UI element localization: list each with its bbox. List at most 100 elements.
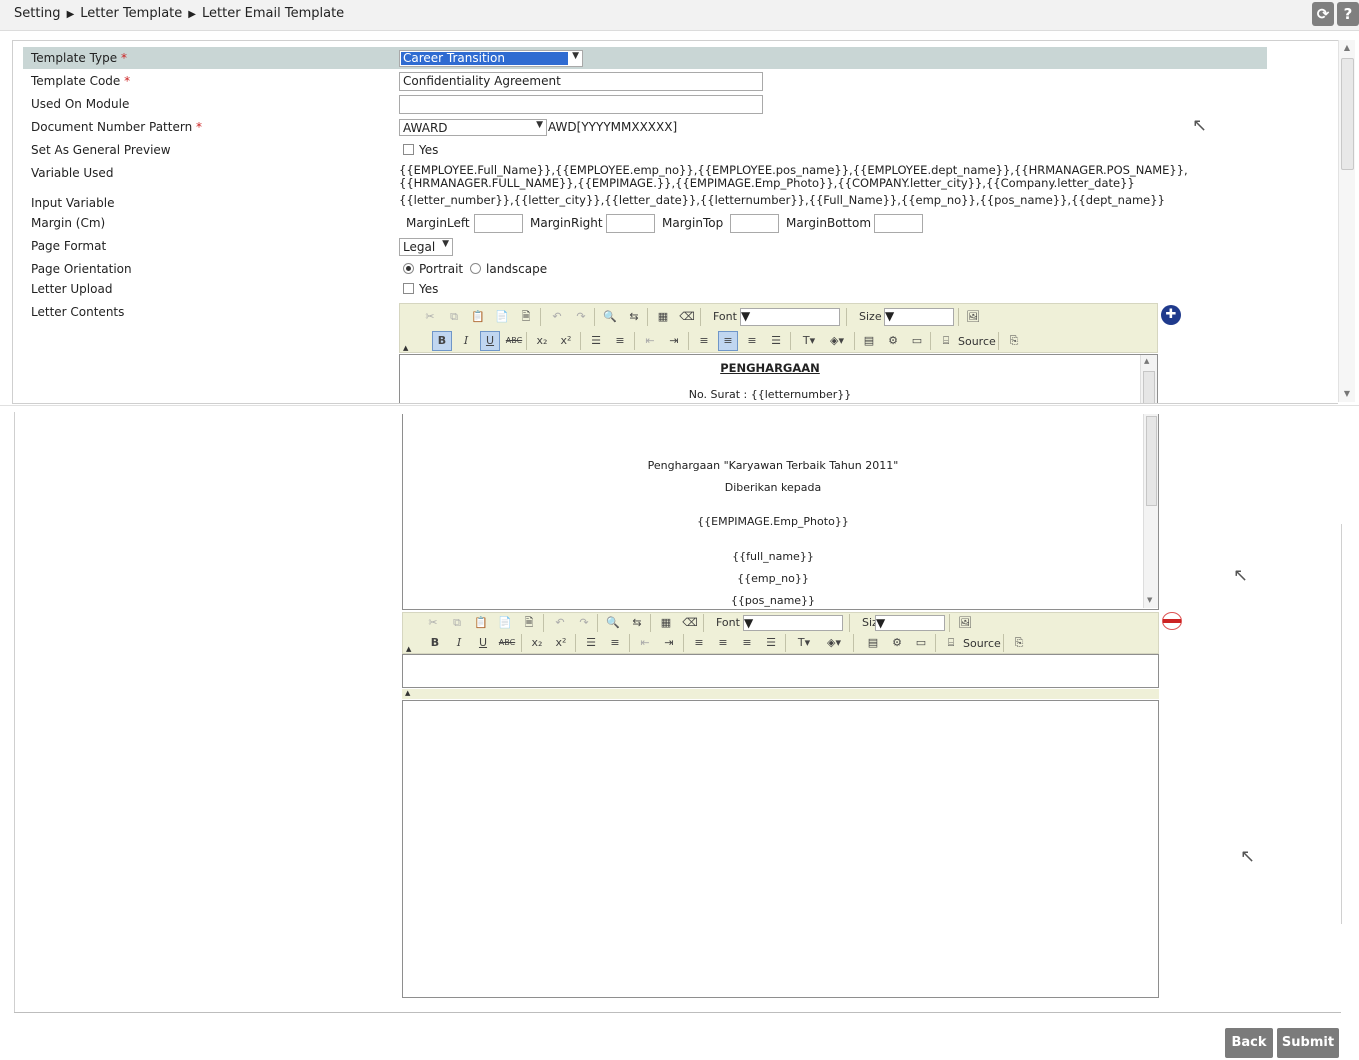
- bold-icon[interactable]: B: [425, 633, 445, 653]
- used-on-module-input[interactable]: [399, 95, 763, 114]
- select-all-icon[interactable]: ▦: [656, 613, 676, 633]
- replace-icon[interactable]: ⇆: [627, 613, 647, 633]
- landscape-radio[interactable]: [470, 263, 481, 274]
- indent-icon[interactable]: ⇥: [664, 331, 684, 351]
- italic-icon[interactable]: I: [456, 331, 476, 351]
- align-right-icon[interactable]: ≡: [737, 633, 757, 653]
- outdent-icon[interactable]: ⇤: [635, 633, 655, 653]
- document-properties-icon[interactable]: ⎘: [1004, 331, 1024, 351]
- align-center-icon[interactable]: ≡: [713, 633, 733, 653]
- text-color-icon[interactable]: T▾: [796, 331, 822, 351]
- bold-icon[interactable]: B: [432, 331, 452, 351]
- doc-number-pattern-select[interactable]: AWARD ▼: [399, 119, 547, 136]
- scroll-down-icon[interactable]: ▼: [1339, 388, 1355, 400]
- cut-icon[interactable]: ✂: [420, 307, 440, 327]
- strikethrough-icon[interactable]: ABC: [497, 633, 517, 653]
- template-type-select[interactable]: Career Transition ▼: [399, 50, 583, 67]
- general-preview-checkbox[interactable]: [403, 144, 414, 155]
- undo-icon[interactable]: ↶: [550, 613, 570, 633]
- source-icon[interactable]: ⌸: [941, 633, 961, 653]
- outdent-icon[interactable]: ⇤: [640, 331, 660, 351]
- bulleted-list-icon[interactable]: ≡: [610, 331, 630, 351]
- source-button[interactable]: Source: [963, 637, 1001, 650]
- editor-body-scrollbar[interactable]: ▼: [1143, 414, 1158, 608]
- copy-icon[interactable]: ⧉: [447, 613, 467, 633]
- superscript-icon[interactable]: x²: [556, 331, 576, 351]
- numbered-list-icon[interactable]: ☰: [586, 331, 606, 351]
- size-select[interactable]: ▼: [875, 615, 945, 631]
- font-select[interactable]: ▼: [743, 615, 843, 631]
- paste-text-icon[interactable]: 📄: [492, 307, 512, 327]
- superscript-icon[interactable]: x²: [551, 633, 571, 653]
- margin-bottom-input[interactable]: [874, 214, 923, 233]
- source-button[interactable]: Source: [958, 335, 996, 348]
- cut-icon[interactable]: ✂: [423, 613, 443, 633]
- align-center-icon[interactable]: ≡: [718, 331, 738, 351]
- paste-word-icon[interactable]: 🗎: [519, 613, 539, 633]
- letter-editor-body[interactable]: Penghargaan "Karyawan Terbaik Tahun 2011…: [402, 414, 1159, 610]
- page-format-select[interactable]: Legal ▼: [399, 238, 453, 256]
- uk-flag-icon[interactable]: ✚: [1161, 305, 1181, 325]
- letter-upload-checkbox[interactable]: [403, 283, 414, 294]
- editor-2-content[interactable]: [402, 654, 1159, 688]
- numbered-list-icon[interactable]: ☰: [581, 633, 601, 653]
- editor-3-content[interactable]: [402, 700, 1159, 998]
- margin-top-input[interactable]: [730, 214, 779, 233]
- image-icon[interactable]: 🖼: [955, 613, 975, 633]
- paste-text-icon[interactable]: 📄: [495, 613, 515, 633]
- collapse-toolbar-icon[interactable]: ▲: [406, 645, 411, 653]
- template-code-input[interactable]: Confidentiality Agreement: [399, 72, 763, 91]
- justify-icon[interactable]: ☰: [766, 331, 786, 351]
- align-left-icon[interactable]: ≡: [694, 331, 714, 351]
- paste-icon[interactable]: 📋: [471, 613, 491, 633]
- collapse-toolbar-icon[interactable]: ▲: [405, 689, 410, 697]
- portrait-radio[interactable]: [403, 263, 414, 274]
- page-scrollbar[interactable]: ▲ ▼: [1338, 40, 1355, 402]
- breadcrumb-item-setting[interactable]: Setting: [14, 6, 61, 21]
- margin-right-input[interactable]: [606, 214, 655, 233]
- remove-format-icon[interactable]: ⌫: [677, 307, 697, 327]
- special-char-icon[interactable]: ⚙: [887, 633, 907, 653]
- special-char-icon[interactable]: ⚙: [883, 331, 903, 351]
- underline-icon[interactable]: U: [480, 331, 500, 351]
- submit-button[interactable]: Submit: [1277, 1028, 1339, 1058]
- align-left-icon[interactable]: ≡: [689, 633, 709, 653]
- copy-icon[interactable]: ⧉: [444, 307, 464, 327]
- table-icon[interactable]: ▤: [859, 331, 879, 351]
- indent-icon[interactable]: ⇥: [659, 633, 679, 653]
- replace-icon[interactable]: ⇆: [624, 307, 644, 327]
- justify-icon[interactable]: ☰: [761, 633, 781, 653]
- editor-scrollbar[interactable]: ▲: [1140, 355, 1157, 403]
- remove-format-icon[interactable]: ⌫: [680, 613, 700, 633]
- image-icon[interactable]: 🖼: [963, 307, 983, 327]
- paste-icon[interactable]: 📋: [468, 307, 488, 327]
- scroll-up-icon[interactable]: ▲: [1339, 42, 1355, 54]
- size-select[interactable]: ▼: [884, 308, 954, 326]
- scroll-thumb[interactable]: [1341, 58, 1354, 170]
- table-icon[interactable]: ▤: [863, 633, 883, 653]
- text-color-icon[interactable]: T▾: [791, 633, 817, 653]
- redo-icon[interactable]: ↷: [574, 613, 594, 633]
- breadcrumb-item-letter-template[interactable]: Letter Template: [80, 6, 182, 21]
- help-button[interactable]: ?: [1337, 2, 1359, 26]
- undo-icon[interactable]: ↶: [547, 307, 567, 327]
- bulleted-list-icon[interactable]: ≡: [605, 633, 625, 653]
- back-button[interactable]: Back: [1225, 1028, 1273, 1058]
- document-properties-icon[interactable]: ⎘: [1009, 633, 1029, 653]
- underline-icon[interactable]: U: [473, 633, 493, 653]
- select-all-icon[interactable]: ▦: [653, 307, 673, 327]
- margin-left-input[interactable]: [474, 214, 523, 233]
- paste-word-icon[interactable]: 🗎: [516, 307, 536, 327]
- strikethrough-icon[interactable]: ABC: [504, 331, 524, 351]
- redo-icon[interactable]: ↷: [571, 307, 591, 327]
- collapse-toolbar-icon[interactable]: ▲: [403, 344, 408, 352]
- source-icon[interactable]: ⌸: [936, 331, 956, 351]
- align-right-icon[interactable]: ≡: [742, 331, 762, 351]
- subscript-icon[interactable]: x₂: [532, 331, 552, 351]
- flag-icon[interactable]: [1162, 612, 1182, 630]
- find-icon[interactable]: 🔍: [600, 307, 620, 327]
- background-color-icon[interactable]: ◈▾: [824, 331, 850, 351]
- subscript-icon[interactable]: x₂: [527, 633, 547, 653]
- horizontal-rule-icon[interactable]: ▭: [907, 331, 927, 351]
- horizontal-rule-icon[interactable]: ▭: [911, 633, 931, 653]
